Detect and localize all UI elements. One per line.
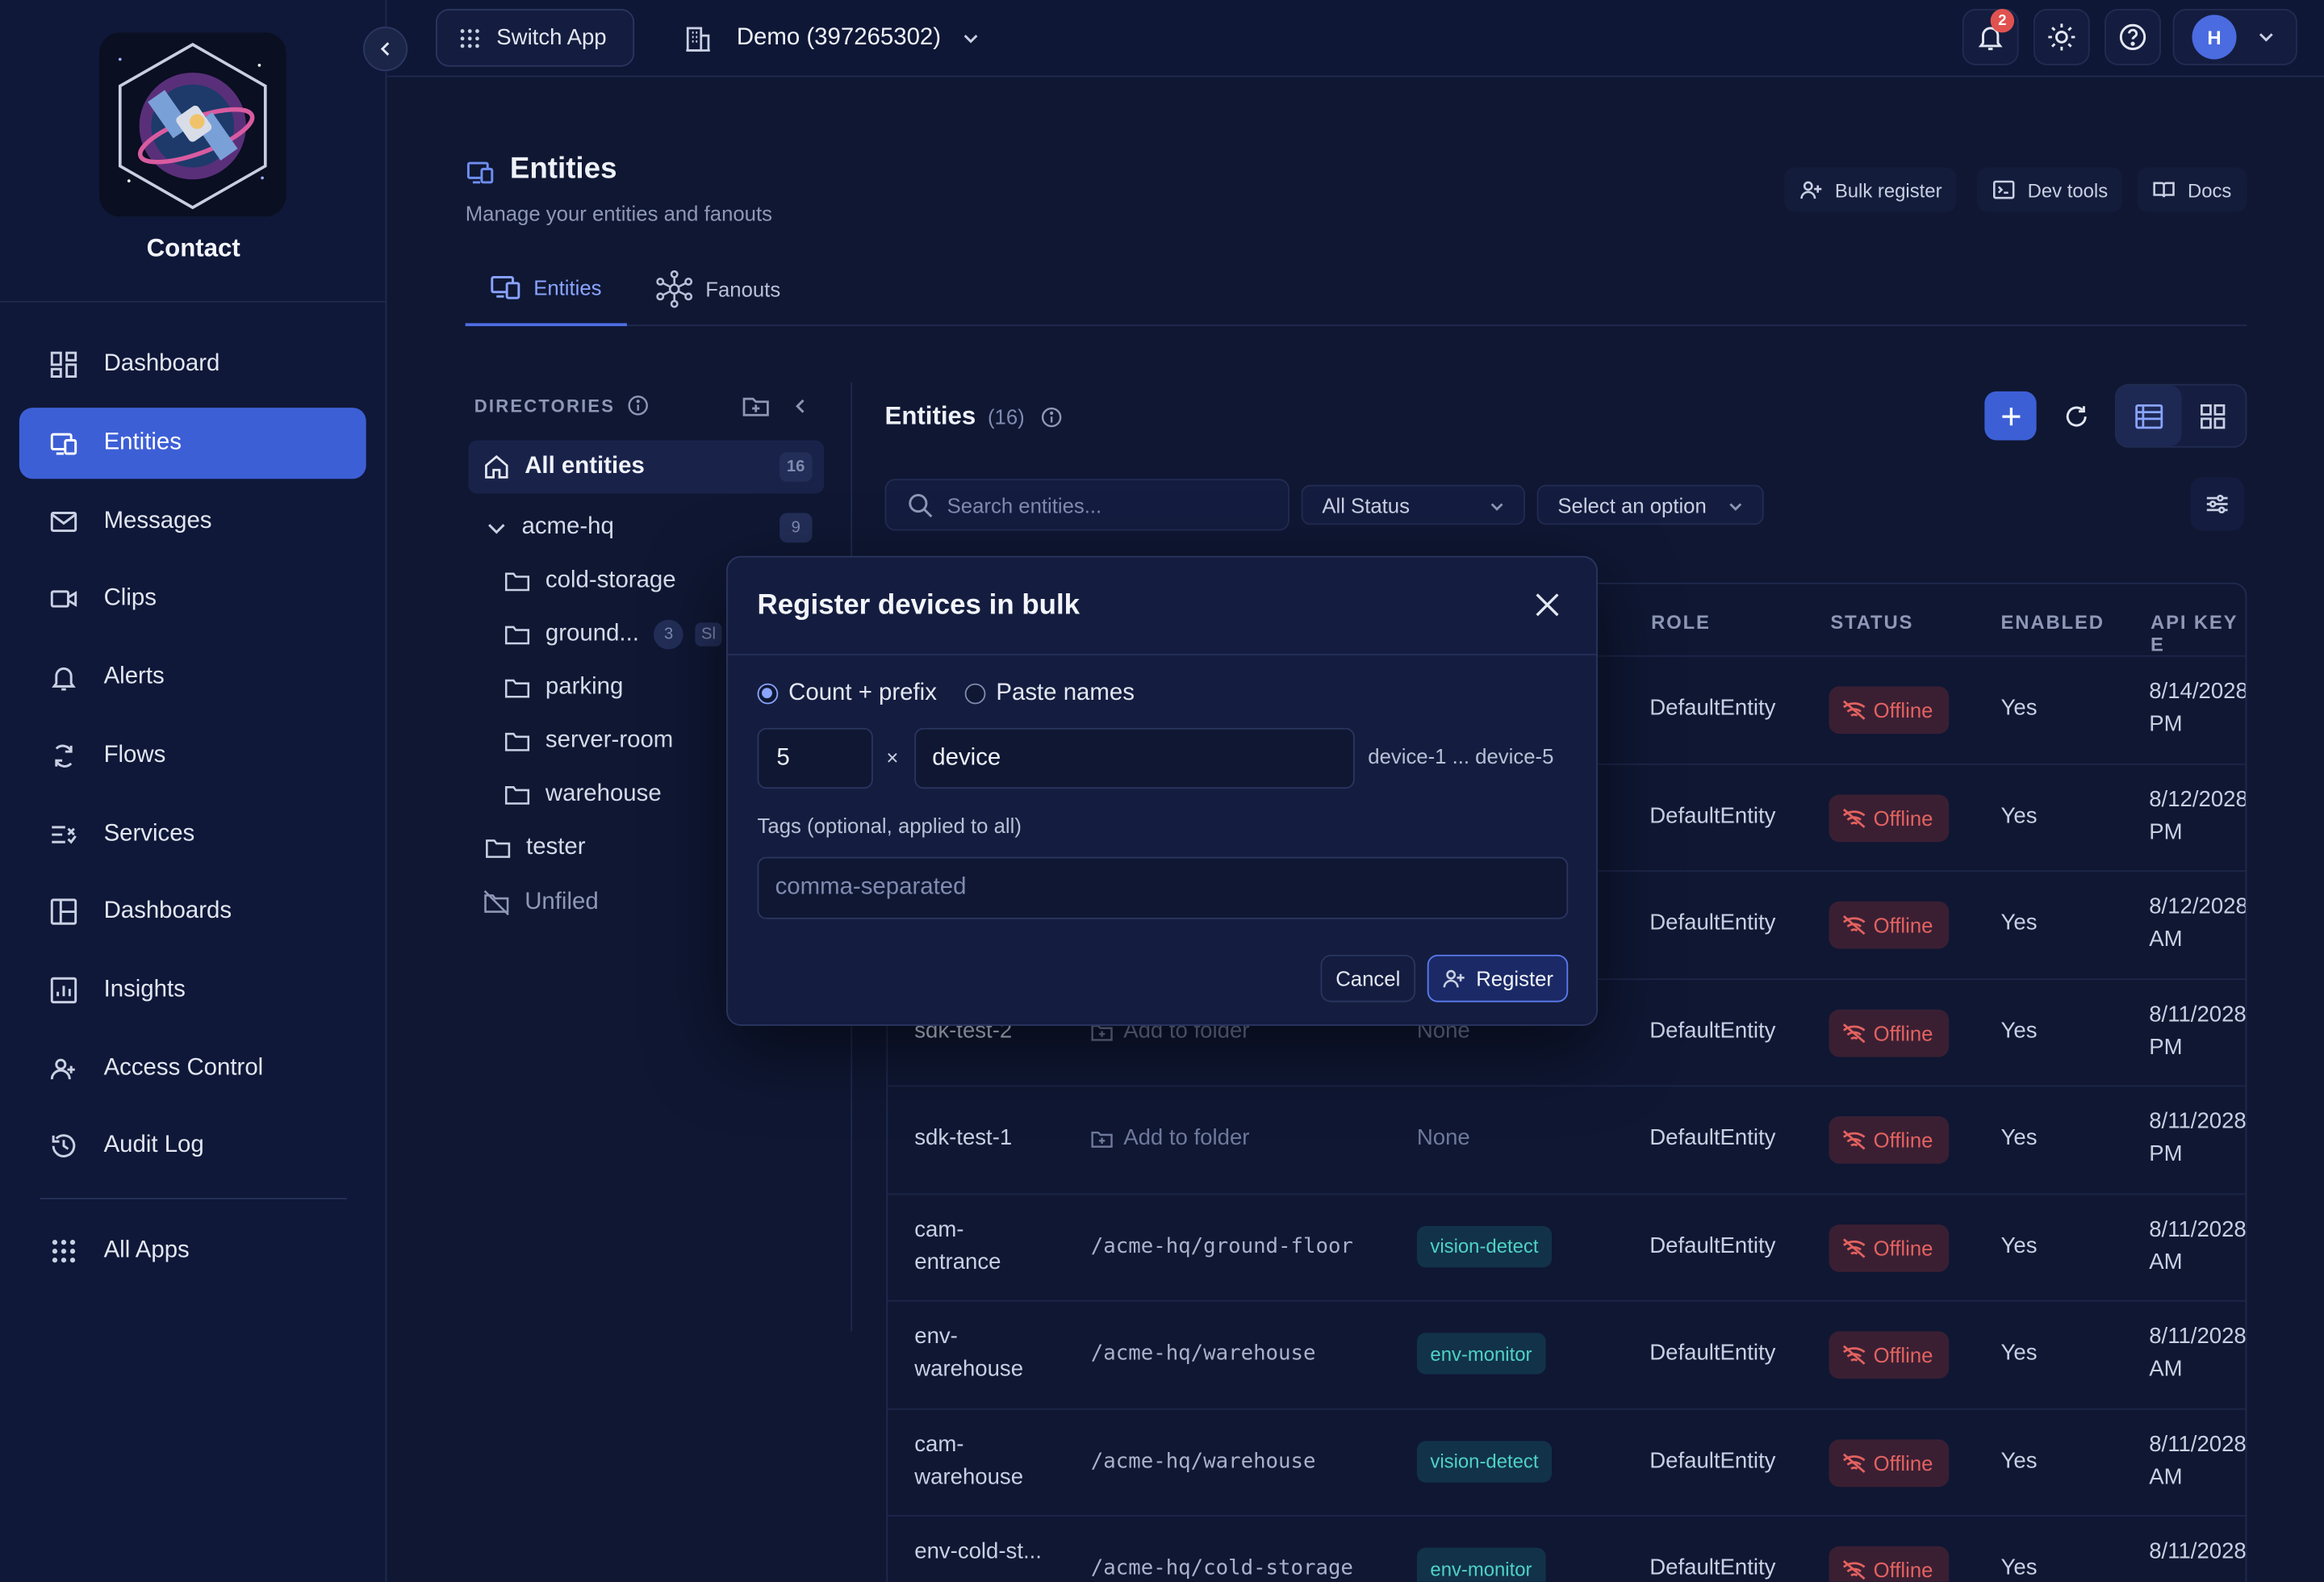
- sidebar-item-label: Entities: [103, 429, 182, 455]
- sidebar-item-insights[interactable]: Insights: [19, 955, 366, 1026]
- sidebar-item-label: Insights: [103, 977, 186, 1002]
- mode-paste-label[interactable]: Paste names: [996, 680, 1135, 707]
- app-name: Contact: [146, 234, 240, 263]
- chart-icon: [50, 977, 77, 1004]
- sidebar-item-label: All Apps: [103, 1237, 190, 1263]
- register-label: Register: [1476, 966, 1553, 990]
- tenant-selector[interactable]: Demo (397265302): [683, 9, 1003, 67]
- sidebar-collapse-button[interactable]: [362, 27, 408, 72]
- sidebar-item-label: Access Control: [103, 1055, 264, 1081]
- app-logo: [99, 32, 286, 217]
- count-input[interactable]: [757, 727, 873, 789]
- notifications-button[interactable]: 2: [1962, 9, 2019, 65]
- dialog-title: Register devices in bulk: [757, 590, 1080, 622]
- sidebar-item-label: Audit Log: [103, 1132, 204, 1158]
- sidebar-item-label: Dashboards: [103, 898, 232, 924]
- tenant-name: Demo (397265302): [736, 24, 942, 50]
- entities-icon: [50, 433, 77, 455]
- history-icon: [52, 1134, 76, 1157]
- sidebar-item-dashboard[interactable]: Dashboard: [19, 329, 366, 400]
- switch-app-label: Switch App: [496, 25, 607, 51]
- topbar: Switch App Demo (397265302) 2 H: [387, 0, 2324, 77]
- layout-icon: [50, 898, 77, 925]
- users-icon: [50, 1058, 75, 1080]
- grid-icon: [460, 28, 479, 48]
- sidebar-item-label: Flows: [103, 743, 166, 768]
- mode-paste-radio[interactable]: [964, 683, 986, 705]
- sidebar-item-all-apps[interactable]: All Apps: [19, 1216, 366, 1287]
- switch-app-button[interactable]: Switch App: [435, 9, 635, 67]
- sidebar-item-label: Alerts: [103, 663, 165, 690]
- dashboard-icon: [50, 351, 77, 378]
- notification-badge: 2: [1990, 9, 2015, 33]
- help-button[interactable]: [2105, 9, 2161, 65]
- mode-radio-group: Count + prefix Paste names: [757, 680, 1135, 707]
- sidebar-item-services[interactable]: Services: [19, 799, 366, 870]
- sidebar-item-label: Clips: [103, 585, 157, 611]
- sidebar-item-access-control[interactable]: Access Control: [19, 1033, 366, 1104]
- sidebar-item-label: Services: [103, 821, 195, 847]
- sidebar-item-messages[interactable]: Messages: [19, 486, 366, 557]
- tags-input[interactable]: [757, 856, 1569, 919]
- theme-toggle-button[interactable]: [2033, 9, 2090, 65]
- add-user-icon: [1443, 969, 1465, 988]
- mode-count-label[interactable]: Count + prefix: [788, 680, 937, 707]
- user-menu-button[interactable]: H: [2172, 9, 2297, 65]
- sidebar-item-entities[interactable]: Entities: [19, 408, 366, 479]
- building-icon: [686, 26, 710, 51]
- services-icon: [52, 826, 77, 844]
- flow-icon: [55, 744, 73, 768]
- dialog-divider: [727, 653, 1597, 655]
- sidebar-item-audit-log[interactable]: Audit Log: [19, 1111, 366, 1182]
- close-button[interactable]: [1529, 587, 1565, 622]
- name-preview: device-1 ... device-5: [1368, 744, 1554, 768]
- video-icon: [50, 590, 77, 608]
- close-icon: [1536, 593, 1559, 617]
- mail-icon: [50, 512, 77, 533]
- sidebar-divider: [40, 1198, 347, 1199]
- times-symbol: ×: [886, 745, 899, 770]
- bulk-register-dialog: Register devices in bulk Count + prefix …: [725, 555, 1598, 1026]
- sidebar-item-label: Messages: [103, 508, 212, 534]
- sidebar: Contact Dashboard Entities Messages Clip…: [0, 0, 387, 1582]
- bell-icon: [52, 667, 76, 691]
- mode-count-radio[interactable]: [757, 683, 779, 705]
- cancel-button[interactable]: Cancel: [1320, 954, 1416, 1002]
- chevron-left-icon: [380, 42, 390, 56]
- sidebar-item-flows[interactable]: Flows: [19, 721, 366, 792]
- sidebar-item-clips[interactable]: Clips: [19, 563, 366, 634]
- grid-icon: [52, 1240, 76, 1263]
- register-button[interactable]: Register: [1427, 954, 1569, 1002]
- chevron-down-icon: [2259, 33, 2273, 42]
- tags-label: Tags (optional, applied to all): [757, 814, 1022, 838]
- chevron-down-icon: [963, 34, 978, 43]
- avatar: H: [2192, 15, 2237, 60]
- sidebar-divider: [0, 300, 387, 303]
- sun-icon: [2048, 23, 2075, 51]
- help-icon: [2119, 23, 2146, 51]
- sidebar-item-dashboards[interactable]: Dashboards: [19, 876, 366, 947]
- sidebar-item-label: Dashboard: [103, 351, 220, 377]
- sidebar-item-alerts[interactable]: Alerts: [19, 642, 366, 713]
- prefix-input[interactable]: [914, 727, 1355, 789]
